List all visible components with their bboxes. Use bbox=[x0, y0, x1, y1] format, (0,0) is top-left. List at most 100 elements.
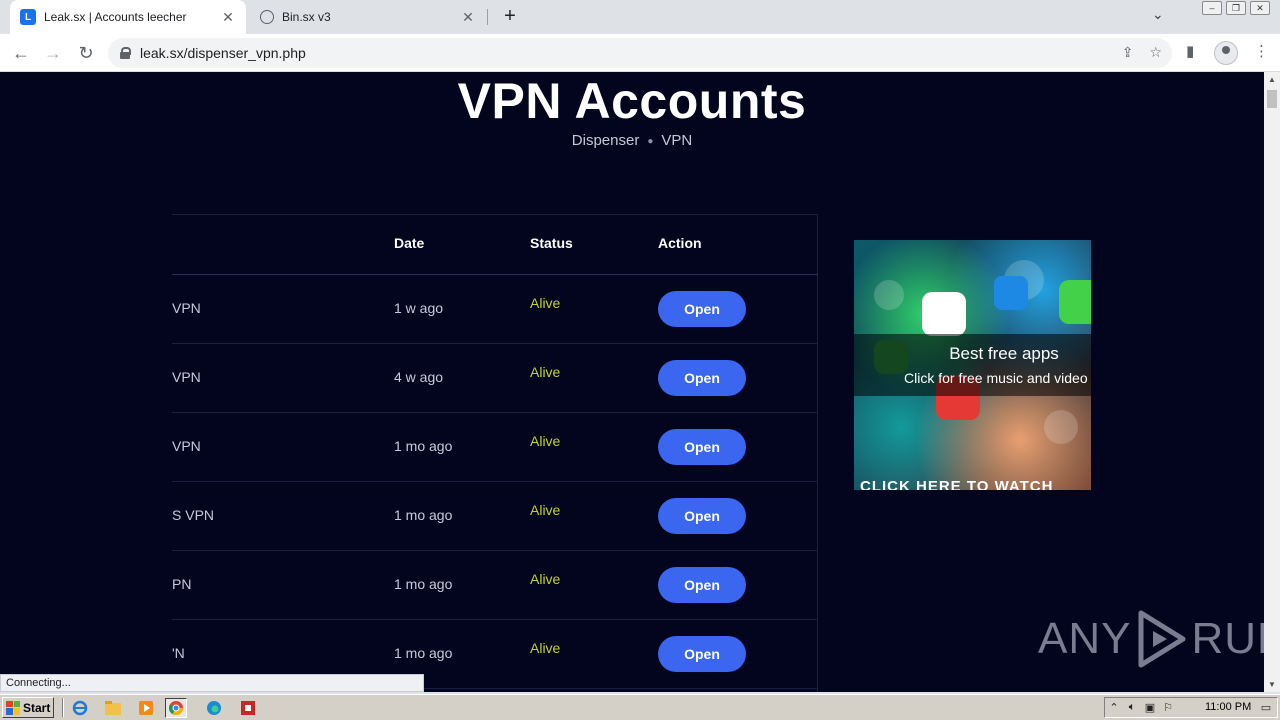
open-button[interactable]: Open bbox=[658, 636, 746, 672]
taskbar-divider bbox=[62, 698, 64, 717]
ie-icon[interactable] bbox=[69, 698, 91, 718]
window-controls: – ❐ ✕ bbox=[1202, 1, 1270, 15]
account-date: 4 w ago bbox=[394, 369, 444, 385]
account-date: 1 mo ago bbox=[394, 507, 453, 523]
back-arrow-icon[interactable]: ← bbox=[10, 42, 32, 64]
status-badge: Alive bbox=[530, 571, 561, 587]
browser-toolbar: ← → ↻ leak.sx/dispenser_vpn.php ⇪ ☆ ▮ ⋮ bbox=[0, 34, 1280, 72]
ad-subtext: Click for free music and video bbox=[904, 370, 1088, 386]
account-name: 'N bbox=[172, 645, 185, 661]
tab-bin-sx[interactable]: Bin.sx v3 ✕ bbox=[250, 0, 486, 34]
account-name: VPN bbox=[172, 300, 201, 316]
tab-leak-sx[interactable]: L Leak.sx | Accounts leecher ✕ bbox=[10, 0, 246, 34]
header-date: Date bbox=[394, 235, 425, 251]
scroll-thumb[interactable] bbox=[1267, 90, 1277, 108]
account-date: 1 mo ago bbox=[394, 645, 453, 661]
table-row: VPN 1 mo ago Alive Open bbox=[172, 413, 818, 482]
plus-app-icon bbox=[994, 276, 1028, 310]
account-name: S VPN bbox=[172, 507, 215, 523]
breadcrumb-dispenser[interactable]: Dispenser bbox=[572, 132, 640, 149]
status-badge: Alive bbox=[530, 502, 561, 518]
anyrun-watermark: ANY RUN bbox=[1038, 609, 1264, 669]
account-name: VPN bbox=[172, 369, 201, 385]
open-button[interactable]: Open bbox=[658, 498, 746, 534]
tab-title: Leak.sx | Accounts leecher bbox=[44, 10, 187, 24]
account-name: VPN bbox=[172, 438, 201, 454]
file-explorer-icon[interactable] bbox=[102, 698, 124, 718]
reload-icon[interactable]: ↻ bbox=[75, 42, 97, 64]
new-tab-button[interactable]: + bbox=[498, 5, 522, 29]
play-logo-icon bbox=[1138, 610, 1186, 668]
account-name: PN bbox=[172, 576, 192, 592]
tab-title: Bin.sx v3 bbox=[282, 10, 331, 24]
share-icon[interactable]: ⇪ bbox=[1122, 44, 1134, 61]
ad-headline: Best free apps bbox=[949, 344, 1059, 363]
open-button[interactable]: Open bbox=[658, 291, 746, 327]
header-action: Action bbox=[658, 235, 702, 251]
address-bar[interactable]: leak.sx/dispenser_vpn.php ⇪ ☆ bbox=[108, 38, 1172, 68]
bokeh-bubble bbox=[874, 280, 904, 310]
watermark-right: RUN bbox=[1191, 614, 1264, 663]
clock[interactable]: 11:00 PM bbox=[1205, 701, 1251, 713]
bookmark-star-icon[interactable]: ☆ bbox=[1149, 44, 1162, 61]
loading-status: Connecting... bbox=[0, 674, 424, 692]
status-badge: Alive bbox=[530, 364, 561, 380]
accounts-table: Date Status Action VPN 1 w ago Alive Ope… bbox=[172, 214, 818, 692]
menu-kebab-icon[interactable]: ⋮ bbox=[1254, 42, 1269, 60]
page-title: VPN Accounts bbox=[457, 73, 807, 129]
show-desktop-icon[interactable]: ▭ bbox=[1257, 701, 1275, 714]
advertisement-banner[interactable]: Best free apps Click for free music and … bbox=[854, 240, 1091, 490]
start-button[interactable]: Start bbox=[2, 697, 54, 718]
account-date: 1 mo ago bbox=[394, 438, 453, 454]
scroll-down-icon[interactable]: ▼ bbox=[1268, 680, 1276, 689]
breadcrumb: Dispenser ● VPN bbox=[0, 132, 1264, 149]
lock-icon bbox=[120, 47, 131, 59]
tab-strip: L Leak.sx | Accounts leecher ✕ Bin.sx v3… bbox=[0, 0, 1280, 34]
close-window-button[interactable]: ✕ bbox=[1250, 1, 1270, 15]
forward-arrow-icon[interactable]: → bbox=[42, 42, 64, 64]
scroll-up-icon[interactable]: ▲ bbox=[1268, 75, 1276, 84]
show-hidden-icons-icon[interactable]: ⌃ bbox=[1105, 701, 1123, 714]
header-status: Status bbox=[530, 235, 573, 251]
account-date: 1 w ago bbox=[394, 300, 444, 316]
breadcrumb-vpn: VPN bbox=[661, 132, 693, 149]
network-icon[interactable]: ▣ bbox=[1141, 701, 1159, 714]
status-badge: Alive bbox=[530, 295, 561, 311]
tab-divider bbox=[487, 9, 488, 25]
photos-app-icon bbox=[922, 292, 966, 336]
action-center-flag-icon[interactable]: ⚐ bbox=[1159, 701, 1177, 714]
page-scrollbar[interactable]: ▲ ▼ bbox=[1264, 72, 1280, 692]
open-button[interactable]: Open bbox=[658, 567, 746, 603]
minimize-button[interactable]: – bbox=[1202, 1, 1222, 15]
chrome-icon[interactable] bbox=[165, 698, 187, 718]
windows-flag-icon bbox=[6, 700, 20, 715]
side-panel-icon[interactable]: ▮ bbox=[1186, 42, 1194, 60]
phone-app-icon bbox=[1059, 280, 1091, 324]
table-row: PN 1 mo ago Alive Open bbox=[172, 551, 818, 620]
table-header: Date Status Action bbox=[172, 215, 818, 275]
restore-button[interactable]: ❐ bbox=[1226, 1, 1246, 15]
close-tab-icon[interactable]: ✕ bbox=[460, 9, 476, 26]
security-app-icon[interactable] bbox=[237, 698, 259, 718]
table-row: VPN 4 w ago Alive Open bbox=[172, 344, 818, 413]
account-date: 1 mo ago bbox=[394, 576, 453, 592]
watermark-left: ANY bbox=[1038, 614, 1132, 663]
url-text[interactable]: leak.sx/dispenser_vpn.php bbox=[140, 45, 306, 61]
media-player-icon[interactable] bbox=[135, 698, 157, 718]
table-row: S VPN 1 mo ago Alive Open bbox=[172, 482, 818, 551]
close-tab-icon[interactable]: ✕ bbox=[220, 9, 236, 26]
breadcrumb-separator-icon: ● bbox=[647, 135, 654, 147]
page-viewport: VPN Accounts Dispenser ● VPN Date Status A… bbox=[0, 72, 1264, 692]
profile-avatar[interactable] bbox=[1214, 41, 1238, 65]
system-tray: ⌃ 🔈︎ ▣ ⚐ 11:00 PM ▭ bbox=[1104, 697, 1278, 718]
status-badge: Alive bbox=[530, 433, 561, 449]
table-row: VPN 1 w ago Alive Open bbox=[172, 275, 818, 344]
windows-taskbar: Start ⌃ 🔈︎ ▣ ⚐ 11:00 PM ▭ bbox=[0, 694, 1280, 720]
volume-icon[interactable]: 🔈︎ bbox=[1123, 701, 1141, 714]
open-button[interactable]: Open bbox=[658, 360, 746, 396]
globe-icon bbox=[260, 10, 274, 24]
tab-search-chevron-icon[interactable]: ⌄ bbox=[1152, 6, 1164, 23]
ad-cta[interactable]: CLICK HERE TO WATCH bbox=[860, 478, 1053, 490]
edge-icon[interactable] bbox=[203, 698, 225, 718]
open-button[interactable]: Open bbox=[658, 429, 746, 465]
